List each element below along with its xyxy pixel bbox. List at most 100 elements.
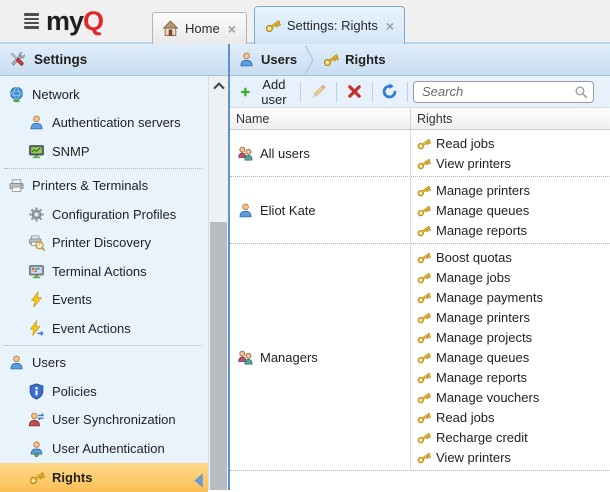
right-entry-manage-vouchers: Manage vouchers <box>411 387 610 407</box>
selected-item-arrow-icon <box>190 472 207 489</box>
group-icon <box>237 349 254 366</box>
right-entry-view-printers: View printers <box>411 447 610 467</box>
tab-close-icon[interactable]: × <box>386 18 394 34</box>
sidebar-item-policies[interactable]: Policies <box>0 377 208 406</box>
tab-home[interactable]: Home × <box>152 12 247 44</box>
right-entry-manage-payments: Manage payments <box>411 287 610 307</box>
table-row-eliot-kate[interactable]: Eliot KateManage printersManage queuesMa… <box>230 177 610 244</box>
sidebar-scrollbar[interactable] <box>208 76 228 490</box>
right-entry-manage-reports: Manage reports <box>411 220 610 240</box>
sidebar-item-label: Policies <box>52 384 97 399</box>
key-icon <box>416 450 431 465</box>
sidebar-item-user-authentication[interactable]: User Authentication <box>0 434 208 463</box>
column-header-rights[interactable]: Rights <box>411 108 452 129</box>
right-entry-boost-quotas: Boost quotas <box>411 247 610 267</box>
hamburger-menu-icon[interactable] <box>24 13 39 29</box>
sidebar-separator <box>4 168 202 169</box>
tab-label: Home <box>185 21 220 36</box>
sidebar-item-label: Terminal Actions <box>52 264 147 279</box>
right-entry-label: Recharge credit <box>436 430 528 445</box>
tab-label: Settings: Rights <box>287 18 378 33</box>
breadcrumb-users[interactable]: Users <box>238 51 297 68</box>
right-entry-label: Read jobs <box>436 410 495 425</box>
scrollbar-thumb[interactable] <box>210 222 227 490</box>
sidebar-item-rights[interactable]: Rights <box>0 463 208 492</box>
myq-logo: myQ <box>46 8 103 35</box>
sidebar-title: Settings <box>34 52 87 67</box>
row-name-label: Managers <box>260 350 318 365</box>
sidebar-item-events[interactable]: Events <box>0 286 208 315</box>
key-icon <box>416 330 431 345</box>
key-icon <box>264 17 281 34</box>
breadcrumb-label: Rights <box>345 52 385 67</box>
scroll-up-icon[interactable] <box>211 78 227 94</box>
sidebar-item-terminal-actions[interactable]: Terminal Actions <box>0 257 208 286</box>
delete-button[interactable] <box>342 81 367 102</box>
home-icon <box>162 20 179 37</box>
key-icon <box>416 310 431 325</box>
row-rights-cell: Manage printersManage queuesManage repor… <box>411 177 610 243</box>
sidebar-item-event-actions[interactable]: Event Actions <box>0 314 208 343</box>
edit-button[interactable] <box>306 81 331 102</box>
rights-panel: Users Rights Add user <box>230 44 610 490</box>
right-entry-label: Boost quotas <box>436 250 512 265</box>
right-entry-manage-reports: Manage reports <box>411 367 610 387</box>
sidebar-item-label: User Authentication <box>52 441 165 456</box>
group-icon <box>237 145 254 162</box>
breadcrumb-chevron-icon <box>304 45 315 75</box>
printer-search-icon <box>28 234 45 251</box>
key-icon <box>416 250 431 265</box>
rights-table: Name Rights All usersRead jobsView print… <box>230 108 610 490</box>
key-icon <box>416 156 431 171</box>
right-entry-read-jobs: Read jobs <box>411 133 610 153</box>
right-entry-label: Manage queues <box>436 203 529 218</box>
table-row-managers[interactable]: Managers Boost quotas Manage jobs Manage pa… <box>230 244 610 471</box>
gear-icon <box>28 206 45 223</box>
sidebar-item-user-synchronization[interactable]: User Synchronization <box>0 406 208 435</box>
sidebar-item-printer-discovery[interactable]: Printer Discovery <box>0 229 208 258</box>
sidebar-item-users[interactable]: Users <box>0 349 208 378</box>
sidebar-item-label: SNMP <box>52 144 90 159</box>
lightning-icon <box>28 291 45 308</box>
table-row-all-users[interactable]: All usersRead jobsView printers <box>230 130 610 177</box>
key-icon <box>416 370 431 385</box>
sidebar-item-label: Users <box>32 355 66 370</box>
sidebar-separator <box>4 345 202 346</box>
user-icon <box>28 114 45 131</box>
row-name-cell: Managers <box>230 244 411 470</box>
logo: myQ <box>24 0 103 42</box>
monitor-icon <box>28 143 45 160</box>
key-icon <box>28 469 45 486</box>
tab-bar: Home × Settings: Rights × <box>152 6 412 44</box>
right-entry-label: Manage jobs <box>436 270 510 285</box>
tab-settings-rights[interactable]: Settings: Rights × <box>254 6 405 44</box>
key-icon <box>416 223 431 238</box>
right-entry-label: Read jobs <box>436 136 495 151</box>
add-user-button[interactable]: Add user <box>236 75 295 109</box>
breadcrumb-rights[interactable]: Rights <box>322 51 385 68</box>
tab-close-icon[interactable]: × <box>228 21 236 37</box>
right-entry-manage-printers: Manage printers <box>411 307 610 327</box>
sidebar-header: Settings <box>0 44 228 76</box>
row-name-cell: Eliot Kate <box>230 177 411 243</box>
sidebar-item-label: User Synchronization <box>52 412 176 427</box>
add-user-label: Add user <box>257 77 292 107</box>
row-rights-cell: Read jobsView printers <box>411 130 610 176</box>
key-icon <box>416 350 431 365</box>
edit-pencil-icon <box>310 83 327 100</box>
sidebar-item-authentication-servers[interactable]: Authentication servers <box>0 109 208 138</box>
sidebar-item-snmp[interactable]: SNMP <box>0 137 208 166</box>
user-icon <box>8 354 25 371</box>
settings-sidebar: Settings Network Authentication servers SN… <box>0 44 230 490</box>
right-entry-recharge-credit: Recharge credit <box>411 427 610 447</box>
terminal-icon <box>28 263 45 280</box>
table-body: All usersRead jobsView printersEliot Kat… <box>230 130 610 471</box>
refresh-button[interactable] <box>377 81 402 102</box>
column-header-name[interactable]: Name <box>230 108 411 129</box>
toolbar-divider <box>300 82 301 102</box>
sidebar-item-configuration-profiles[interactable]: Configuration Profiles <box>0 200 208 229</box>
sidebar-item-printers-terminals[interactable]: Printers & Terminals <box>0 172 208 201</box>
sidebar-item-label: Network <box>32 87 80 102</box>
sidebar-item-network[interactable]: Network <box>0 80 208 109</box>
search-input[interactable] <box>413 81 594 103</box>
